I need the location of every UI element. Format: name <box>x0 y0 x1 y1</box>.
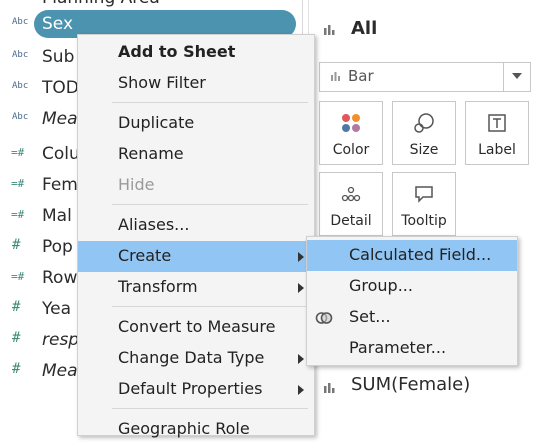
menu-item-label: Add to Sheet <box>118 42 236 61</box>
calculated-number-icon: =# <box>11 270 25 283</box>
menu-separator <box>112 204 308 205</box>
menu-item-label: Change Data Type <box>118 348 265 367</box>
number-type-icon: # <box>12 361 21 377</box>
text-label-icon <box>488 114 506 132</box>
menu-item-label: Parameter... <box>349 338 447 357</box>
bar-chart-icon <box>324 25 335 35</box>
field-label: Fem <box>42 175 78 195</box>
number-type-icon: # <box>12 330 21 346</box>
create-submenu: Calculated Field... Group... Set... Para… <box>306 236 518 366</box>
set-icon <box>315 312 333 324</box>
marks-card-title: All <box>351 18 378 39</box>
menu-item-label: Calculated Field... <box>349 245 492 264</box>
label-label: Label <box>478 142 516 158</box>
menu-item-set[interactable]: Set... <box>307 302 517 333</box>
menu-item-default-properties[interactable]: Default Properties <box>78 374 314 405</box>
menu-item-rename[interactable]: Rename <box>78 139 314 170</box>
size-label: Size <box>409 142 439 158</box>
menu-item-label: Rename <box>118 144 184 163</box>
menu-item-hide: Hide <box>78 170 314 201</box>
menu-separator <box>112 408 308 409</box>
menu-item-create[interactable]: Create <box>78 241 314 272</box>
field-label: Colu <box>42 144 80 164</box>
menu-item-calculated-field[interactable]: Calculated Field... <box>307 240 517 271</box>
menu-item-geographic-role[interactable]: Geographic Role <box>78 414 314 445</box>
chevron-right-icon <box>298 354 304 364</box>
chevron-right-icon <box>298 385 304 395</box>
color-palette-icon <box>342 114 360 132</box>
menu-item-parameter[interactable]: Parameter... <box>307 333 517 364</box>
menu-item-label: Aliases... <box>118 215 190 234</box>
detail-button[interactable]: Detail <box>319 172 383 236</box>
string-type-icon: Abc <box>12 17 29 27</box>
tooltip-button[interactable]: Tooltip <box>392 172 456 236</box>
mark-type-value: Bar <box>348 67 374 85</box>
bar-chart-icon <box>331 72 340 81</box>
size-icon <box>414 113 434 133</box>
measure-pill-sum-female[interactable]: SUM(Female) <box>351 374 470 395</box>
field-label: Mea <box>42 109 78 129</box>
label-button[interactable]: Label <box>465 101 529 165</box>
field-label: Yea <box>42 299 72 319</box>
color-label: Color <box>332 142 370 158</box>
field-label: Sex <box>42 14 74 34</box>
menu-item-label: Show Filter <box>118 73 206 92</box>
menu-item-label: Transform <box>118 277 198 296</box>
menu-item-add-to-sheet[interactable]: Add to Sheet <box>78 37 314 68</box>
size-button[interactable]: Size <box>392 101 456 165</box>
menu-item-label: Hide <box>118 175 155 194</box>
tooltip-label: Tooltip <box>401 213 447 229</box>
field-label: Mal <box>42 206 72 226</box>
number-type-icon: # <box>12 237 21 253</box>
chevron-right-icon <box>298 283 304 293</box>
menu-item-change-data-type[interactable]: Change Data Type <box>78 343 314 374</box>
menu-item-aliases[interactable]: Aliases... <box>78 210 314 241</box>
menu-separator <box>112 102 308 103</box>
color-button[interactable]: Color <box>319 101 383 165</box>
chevron-right-icon <box>298 252 304 262</box>
detail-label: Detail <box>330 213 372 229</box>
bar-chart-icon <box>324 383 335 393</box>
calculated-number-icon: =# <box>11 146 25 159</box>
field-label: resp <box>42 330 80 350</box>
menu-item-duplicate[interactable]: Duplicate <box>78 108 314 139</box>
menu-separator <box>112 306 308 307</box>
field-label: Pop <box>42 237 73 257</box>
menu-item-show-filter[interactable]: Show Filter <box>78 68 314 99</box>
menu-item-label: Duplicate <box>118 113 195 132</box>
field-partial-top[interactable]: Planning Area <box>42 0 160 8</box>
menu-item-group[interactable]: Group... <box>307 271 517 302</box>
tooltip-icon <box>415 186 433 203</box>
field-context-menu: Add to Sheet Show Filter Duplicate Renam… <box>77 34 315 438</box>
menu-item-convert-to-measure[interactable]: Convert to Measure <box>78 312 314 343</box>
field-label: TOD <box>42 78 79 98</box>
menu-item-label: Group... <box>349 276 413 295</box>
menu-item-label: Geographic Role <box>118 419 250 438</box>
string-type-icon: Abc <box>12 112 29 122</box>
calculated-number-icon: =# <box>11 177 25 190</box>
field-label: Mea <box>42 361 78 381</box>
menu-item-label: Default Properties <box>118 379 263 398</box>
menu-item-label: Create <box>118 246 172 265</box>
detail-icon <box>341 186 361 202</box>
chevron-down-icon[interactable] <box>503 63 530 91</box>
menu-item-label: Set... <box>349 307 391 326</box>
field-label: Sub <box>42 47 75 67</box>
calculated-number-icon: =# <box>11 208 25 221</box>
number-type-icon: # <box>12 299 21 315</box>
menu-item-transform[interactable]: Transform <box>78 272 314 303</box>
string-type-icon: Abc <box>12 81 29 91</box>
field-label: Row <box>42 268 78 288</box>
mark-type-dropdown[interactable]: Bar <box>319 62 531 92</box>
string-type-icon: Abc <box>12 50 29 60</box>
menu-item-label: Convert to Measure <box>118 317 276 336</box>
